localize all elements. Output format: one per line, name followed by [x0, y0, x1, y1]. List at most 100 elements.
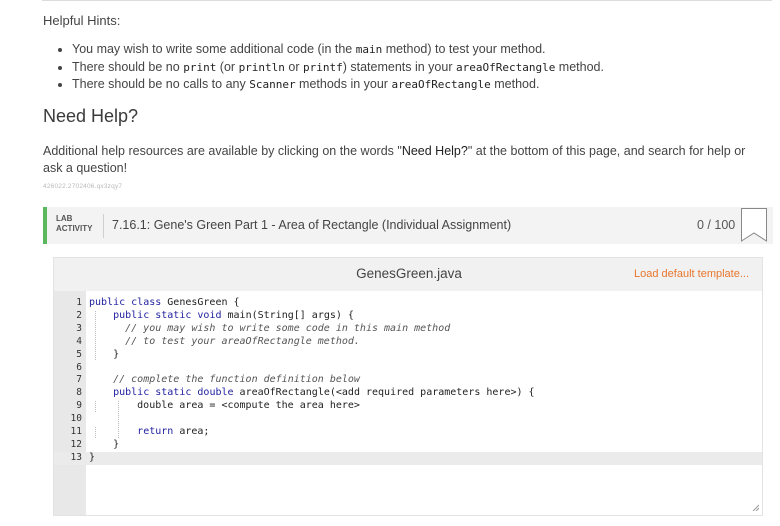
- code-text: // you may wish to write some code in th…: [89, 323, 450, 336]
- code-text: }: [89, 349, 119, 362]
- code-token: main(String[] args) {: [221, 309, 354, 321]
- line-number: 6: [76, 361, 82, 373]
- hint-text: ) statements in your: [342, 59, 456, 74]
- code-line[interactable]: 7 // complete the function definition be…: [54, 374, 762, 387]
- hint-item: You may wish to write some additional co…: [72, 41, 604, 59]
- hint-text: (or: [216, 59, 239, 74]
- code-token: double: [197, 387, 234, 399]
- hint-text: There should be no: [72, 59, 184, 74]
- code-token: public: [113, 309, 150, 321]
- hint-text: method) to test your method.: [382, 42, 546, 56]
- inline-code: println: [238, 60, 285, 74]
- lab-activity-label: LAB ACTIVITY: [56, 214, 92, 234]
- code-text: public static void main(String[] args) {: [89, 310, 354, 323]
- lab-activity-bar: LAB ACTIVITY 7.16.1: Gene's Green Part 1…: [43, 207, 773, 244]
- hint-text: methods in your: [295, 77, 392, 91]
- line-number: 13: [70, 451, 82, 463]
- code-token: }: [89, 348, 120, 360]
- inline-code: areaOfRectangle: [391, 78, 491, 91]
- code-token: }: [89, 451, 96, 463]
- completion-badge-icon: [741, 208, 767, 242]
- lab-separator: [103, 214, 104, 238]
- line-number: 9: [76, 400, 82, 412]
- code-token: GenesGreen {: [161, 297, 240, 308]
- hint-text: There should be no calls to any: [72, 77, 250, 91]
- inline-code: Scanner: [249, 78, 296, 91]
- code-line[interactable]: 8 public static double areaOfRectangle(<…: [54, 387, 762, 400]
- need-help-phrase: Need Help?: [401, 144, 468, 158]
- code-line[interactable]: 1 public class GenesGreen {: [54, 297, 762, 310]
- line-number: 10: [70, 413, 82, 425]
- code-token: // you may wish to write some code in th…: [125, 322, 451, 334]
- line-number: 5: [76, 348, 82, 360]
- hints-list: You may wish to write some additional co…: [56, 41, 604, 94]
- line-number: 2: [76, 309, 82, 321]
- code-line[interactable]: 13}: [54, 451, 762, 465]
- code-token: public: [113, 387, 150, 399]
- code-editor-panel: GenesGreen.java Load default template...…: [53, 257, 763, 516]
- code-token: class: [131, 297, 162, 308]
- indent-guide: [95, 427, 97, 438]
- line-number: 1: [76, 297, 82, 308]
- load-default-template-link[interactable]: Load default template...: [634, 268, 749, 280]
- code-text: double area = <compute the area here>: [89, 400, 360, 413]
- code-text: // complete the function definition belo…: [89, 374, 360, 387]
- indent-guide: [95, 401, 97, 413]
- code-text: }: [89, 452, 95, 465]
- line-number: 3: [76, 322, 82, 334]
- code-line[interactable]: 10: [54, 413, 762, 426]
- code-token: return: [137, 426, 174, 437]
- code-token: static: [155, 387, 192, 399]
- code-line[interactable]: 12 }: [54, 439, 762, 452]
- lab-label-line2: ACTIVITY: [56, 224, 93, 233]
- code-token: // to test your areaOfRectangle method.: [125, 335, 360, 347]
- code-editor[interactable]: 1 public class GenesGreen {2 public stati…: [54, 291, 762, 515]
- code-text: public static double areaOfRectangle(<ad…: [89, 387, 535, 400]
- lab-score: 0 / 100: [697, 218, 736, 232]
- code-line[interactable]: 4 // to test your areaOfRectangle method…: [54, 336, 762, 349]
- code-token: areaOfRectangle(<add required parameters…: [233, 387, 535, 399]
- code-line[interactable]: 9 double area = <compute the area here>: [54, 400, 762, 413]
- line-number: 8: [76, 387, 82, 399]
- code-token: area;: [173, 426, 210, 437]
- code-token: // complete the function definition belo…: [113, 374, 360, 386]
- help-text-before: Additional help resources are available …: [43, 144, 402, 158]
- inline-code: areaOfRectangle: [455, 60, 556, 74]
- code-token: public: [89, 297, 126, 308]
- code-text: return area;: [89, 426, 209, 439]
- code-token: }: [89, 438, 120, 450]
- code-text: // to test your areaOfRectangle method.: [89, 336, 360, 349]
- lab-title: 7.16.1: Gene's Green Part 1 - Area of Re…: [112, 218, 512, 232]
- code-line[interactable]: 2 public static void main(String[] args)…: [54, 310, 762, 323]
- resize-handle-icon[interactable]: [751, 503, 759, 511]
- code-token: static: [155, 309, 192, 321]
- need-help-title: Need Help?: [43, 106, 139, 126]
- hint-item: There should be no calls to any Scanner …: [72, 76, 604, 94]
- code-token: double area = <compute the area here>: [89, 400, 360, 412]
- line-number: 4: [76, 335, 82, 347]
- help-text: Additional help resources are available …: [43, 143, 753, 177]
- hint-item: There should be no print (or println or …: [72, 59, 604, 77]
- inline-code: print: [183, 60, 217, 74]
- top-divider: [42, 0, 772, 1]
- line-number: 12: [70, 438, 82, 450]
- hint-text: You may wish to write some additional co…: [72, 42, 356, 56]
- inline-code: main: [355, 43, 383, 56]
- code-token: void: [197, 309, 222, 321]
- inline-code: printf: [302, 60, 343, 74]
- indent-guide: [95, 310, 97, 361]
- code-line[interactable]: 11 return area;: [54, 426, 762, 439]
- code-text: }: [89, 439, 119, 452]
- code-line[interactable]: 6: [54, 362, 762, 375]
- code-line[interactable]: 5 }: [54, 349, 762, 362]
- code-line[interactable]: 3 // you may wish to write some code in …: [54, 323, 762, 336]
- hint-text: method.: [555, 59, 604, 74]
- indent-guide: [118, 401, 120, 438]
- code-text: public class GenesGreen {: [89, 297, 240, 310]
- line-number: 7: [76, 374, 82, 386]
- hint-text: or: [284, 59, 303, 74]
- tracking-id: 426022.2702406.qx3zqy7: [43, 183, 123, 190]
